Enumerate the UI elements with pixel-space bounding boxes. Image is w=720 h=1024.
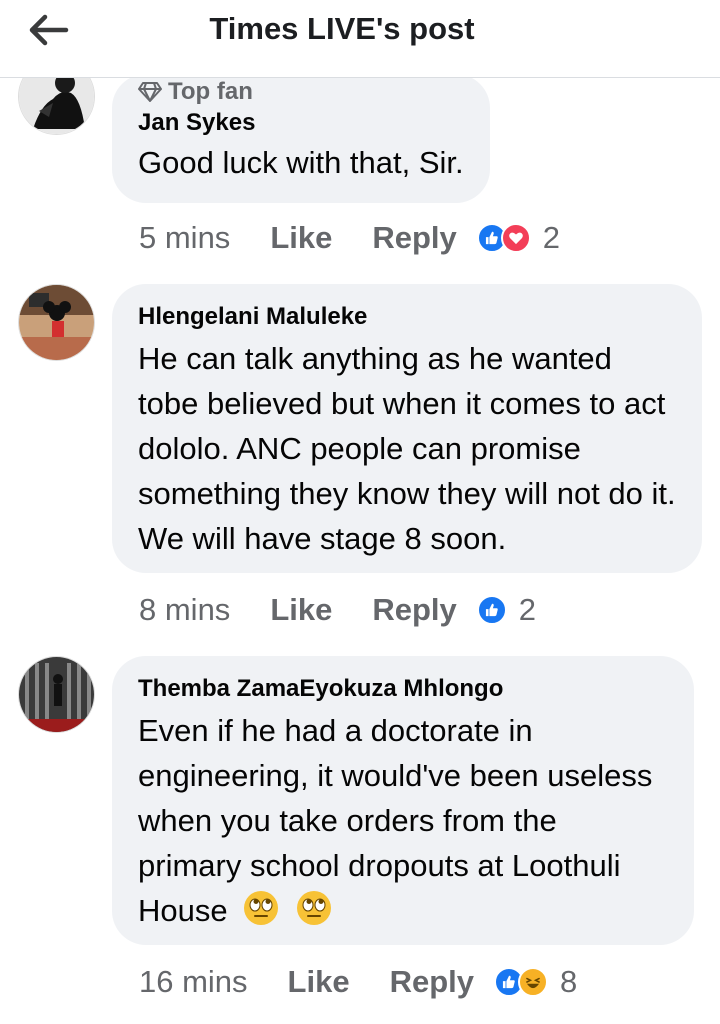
comment-text: Even if he had a doctorate in engineerin… — [138, 713, 653, 928]
rolling-eyes-emoji-icon — [244, 891, 279, 925]
like-button[interactable]: Like — [270, 592, 332, 628]
reaction-count[interactable]: 2 — [519, 592, 536, 628]
comment-timestamp[interactable]: 5 mins — [139, 220, 230, 256]
reaction-summary[interactable] — [476, 595, 507, 625]
comment-actions: 16 mins Like Reply 8 — [139, 962, 577, 1002]
comment-bubble: Themba ZamaEyokuza Mhlongo Even if he ha… — [112, 656, 694, 945]
comment-actions: 8 mins Like Reply 2 — [139, 590, 536, 630]
top-bar: Times LIVE's post — [0, 0, 720, 78]
reaction-summary[interactable] — [494, 967, 548, 997]
comment-text-block: Even if he had a doctorate in engineerin… — [138, 708, 668, 933]
comment-timestamp[interactable]: 16 mins — [139, 964, 248, 1000]
avatar[interactable] — [18, 284, 95, 361]
rolling-eyes-emoji-icon — [296, 891, 331, 925]
comment-author[interactable]: Jan Sykes — [138, 108, 464, 138]
like-reaction-icon — [476, 595, 507, 625]
diamond-icon — [138, 82, 162, 102]
reaction-summary[interactable] — [476, 223, 531, 253]
avatar[interactable] — [18, 656, 95, 733]
comment-timestamp[interactable]: 8 mins — [139, 592, 230, 628]
comment-text: He can talk anything as he wanted tobe b… — [138, 341, 676, 556]
comment-text: Good luck with that, Sir. — [138, 145, 464, 180]
like-button[interactable]: Like — [288, 964, 350, 1000]
love-reaction-icon — [500, 223, 531, 253]
comment-bubble: Top fan Jan Sykes Good luck with that, S… — [112, 74, 490, 203]
reaction-count[interactable]: 8 — [560, 964, 577, 1000]
haha-reaction-icon — [518, 967, 548, 997]
like-button[interactable]: Like — [270, 220, 332, 256]
comment-bubble: Hlengelani Maluleke He can talk anything… — [112, 284, 702, 573]
top-fan-badge: Top fan — [138, 76, 464, 108]
comment-author[interactable]: Themba ZamaEyokuza Mhlongo — [138, 674, 668, 704]
comment-actions: 5 mins Like Reply 2 — [139, 218, 560, 258]
comment-author[interactable]: Hlengelani Maluleke — [138, 302, 676, 332]
page-title: Times LIVE's post — [209, 11, 475, 46]
reply-button[interactable]: Reply — [372, 220, 456, 256]
reply-button[interactable]: Reply — [372, 592, 456, 628]
reaction-count[interactable]: 2 — [543, 220, 560, 256]
reply-button[interactable]: Reply — [390, 964, 474, 1000]
badge-label: Top fan — [168, 78, 253, 105]
